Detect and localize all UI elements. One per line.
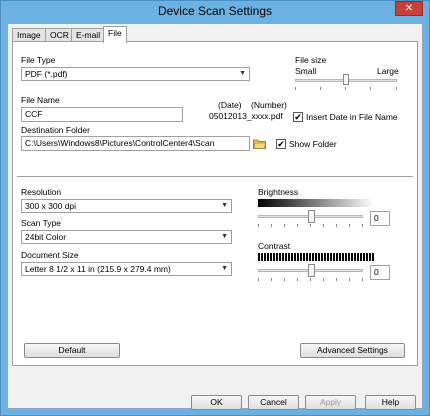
contrast-label: Contrast xyxy=(258,241,291,251)
file-size-large-label: Large xyxy=(377,66,399,76)
contrast-pattern xyxy=(258,253,374,261)
file-size-slider-ticks xyxy=(295,87,397,91)
contrast-value-input[interactable]: 0 xyxy=(370,265,390,280)
scan-type-select[interactable]: 24bit Color ▼ xyxy=(21,230,232,244)
contrast-slider-ticks xyxy=(258,278,363,282)
file-name-preview: 05012013_xxxx.pdf xyxy=(209,111,283,121)
chevron-down-icon: ▼ xyxy=(221,233,228,240)
destination-folder-input[interactable]: C:\Users\Windows8\Pictures\ControlCenter… xyxy=(21,136,250,151)
resolution-select[interactable]: 300 x 300 dpi ▼ xyxy=(21,199,232,213)
number-header: (Number) xyxy=(251,100,287,110)
file-size-label: File size xyxy=(295,55,327,65)
file-tab-panel: File Type PDF (*.pdf) ▼ File size Small … xyxy=(12,41,418,366)
tab-email[interactable]: E-mail xyxy=(71,28,106,42)
destination-folder-label: Destination Folder xyxy=(21,125,90,135)
document-size-select[interactable]: Letter 8 1/2 x 11 in (215.9 x 279.4 mm) … xyxy=(21,262,232,276)
resolution-label: Resolution xyxy=(21,187,62,197)
scan-type-label: Scan Type xyxy=(21,218,62,228)
chevron-down-icon: ▼ xyxy=(239,70,246,77)
document-size-label: Document Size xyxy=(21,250,79,260)
title-bar[interactable]: Device Scan Settings ✕ xyxy=(1,1,429,21)
cancel-button[interactable]: Cancel xyxy=(248,395,299,410)
date-header: (Date) xyxy=(218,100,242,110)
tab-ocr[interactable]: OCR xyxy=(45,28,74,42)
file-name-label: File Name xyxy=(21,95,60,105)
file-size-slider-thumb[interactable] xyxy=(343,74,349,85)
browse-folder-icon[interactable] xyxy=(253,138,266,149)
window-title: Device Scan Settings xyxy=(157,4,273,18)
resolution-value: 300 x 300 dpi xyxy=(25,201,77,211)
brightness-label: Brightness xyxy=(258,187,299,197)
insert-date-label: Insert Date in File Name xyxy=(306,112,398,122)
ok-button[interactable]: OK xyxy=(191,395,242,410)
scan-type-value: 24bit Color xyxy=(25,232,67,242)
file-type-value: PDF (*.pdf) xyxy=(25,69,68,79)
tab-image[interactable]: Image xyxy=(12,28,46,42)
section-divider xyxy=(17,176,413,177)
brightness-gradient xyxy=(258,199,374,207)
file-type-select[interactable]: PDF (*.pdf) ▼ xyxy=(21,67,250,81)
brightness-value-input[interactable]: 0 xyxy=(370,211,390,226)
chevron-down-icon: ▼ xyxy=(221,265,228,272)
chevron-down-icon: ▼ xyxy=(221,202,228,209)
file-size-small-label: Small xyxy=(295,66,317,76)
file-type-label: File Type xyxy=(21,55,56,65)
document-size-value: Letter 8 1/2 x 11 in (215.9 x 279.4 mm) xyxy=(25,264,171,274)
tab-file[interactable]: File xyxy=(103,26,127,43)
insert-date-checkbox[interactable]: ✔ xyxy=(293,112,303,122)
file-name-input[interactable]: CCF xyxy=(21,107,183,122)
dialog-client-area: Image OCR E-mail File File Type PDF (*.p… xyxy=(7,23,423,410)
contrast-slider-thumb[interactable] xyxy=(307,264,315,277)
brightness-slider-ticks xyxy=(258,224,363,228)
advanced-settings-button[interactable]: Advanced Settings xyxy=(300,343,405,358)
apply-button: Apply xyxy=(305,395,356,410)
help-button[interactable]: Help xyxy=(365,395,416,410)
dialog-window: Device Scan Settings ✕ Image OCR E-mail … xyxy=(0,0,430,416)
show-folder-checkbox[interactable]: ✔ xyxy=(276,139,286,149)
brightness-slider-thumb[interactable] xyxy=(307,210,315,223)
show-folder-label: Show Folder xyxy=(289,139,337,149)
close-button[interactable]: ✕ xyxy=(395,1,423,16)
default-button[interactable]: Default xyxy=(24,343,120,358)
